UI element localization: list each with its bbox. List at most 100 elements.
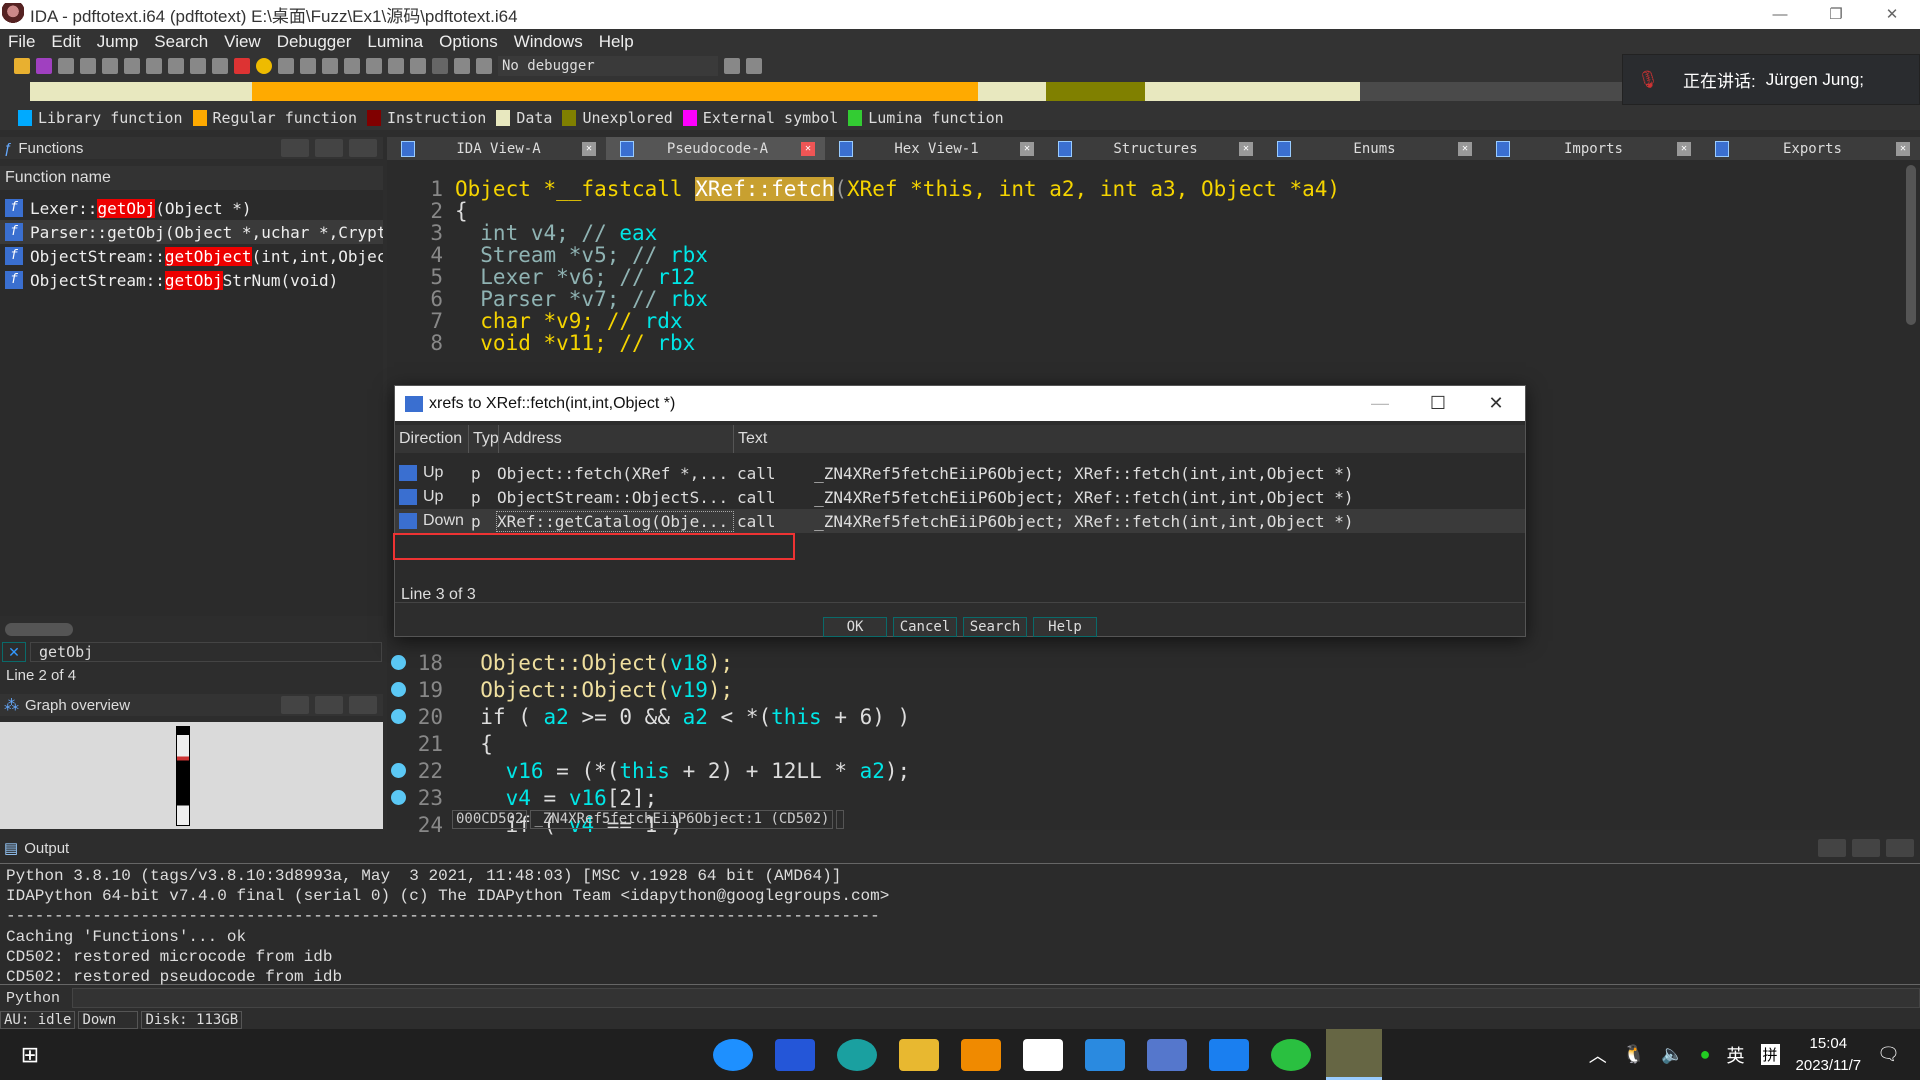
step-icon[interactable] [190,58,206,74]
lark-icon[interactable] [775,1038,815,1071]
menu-file[interactable]: File [0,32,43,52]
graph-overview[interactable] [0,722,383,829]
search-button[interactable]: Search [963,617,1027,637]
close-button[interactable]: ✕ [1864,0,1920,29]
cli-language-button[interactable]: Python [0,990,60,1007]
save-icon[interactable] [36,58,52,74]
code-icon[interactable] [278,58,294,74]
notifications-icon[interactable]: 🗨 [1877,1044,1900,1065]
tab-close-icon[interactable]: ✕ [1896,141,1910,156]
tab-structures[interactable]: Structures ✕ [1044,137,1263,160]
open-icon[interactable] [14,58,30,74]
tab-imports[interactable]: Imports ✕ [1482,137,1701,160]
string-icon[interactable] [344,58,360,74]
show-hidden-icons-icon[interactable]: ︿ [1589,1042,1607,1068]
column-address[interactable]: Address [499,425,734,453]
rename-icon[interactable] [388,58,404,74]
float-button[interactable] [281,139,309,157]
qq-icon[interactable]: 🐧 [1623,1044,1645,1065]
navigation-band[interactable] [0,78,1622,105]
tab-ida-view-a[interactable]: IDA View-A ✕ [387,137,606,160]
menu-edit[interactable]: Edit [43,32,88,52]
tab-pseudocode-a[interactable]: Pseudocode-A ✕ [606,137,825,160]
code-line[interactable]: 21 { [387,730,493,757]
close-panel-button[interactable] [1886,839,1914,857]
ascii-icon[interactable] [322,58,338,74]
breakpoint-icon[interactable] [391,763,406,778]
debugger-select[interactable]: No debugger [498,56,718,76]
wechat-icon[interactable] [1271,1038,1311,1071]
vscode-icon[interactable] [1085,1038,1125,1071]
code-line[interactable]: 23 v4 = v16[2]; [387,784,657,811]
float-button[interactable] [281,696,309,714]
tab-close-icon[interactable]: ✕ [1458,141,1472,156]
close-panel-button[interactable] [349,696,377,714]
menu-lumina[interactable]: Lumina [359,32,431,52]
back-icon[interactable] [58,58,74,74]
function-row[interactable]: f Lexer:: getObj (Object *) [0,196,383,220]
tab-enums[interactable]: Enums ✕ [1263,137,1482,160]
meeting-app-icon[interactable] [1209,1038,1249,1071]
cancel-button[interactable]: Cancel [893,617,957,637]
undefine-icon[interactable] [410,58,426,74]
menu-search[interactable]: Search [146,32,216,52]
menu-debugger[interactable]: Debugger [269,32,360,52]
mic-muted-icon[interactable]: 🎙 [1623,70,1673,90]
dock-button[interactable] [1852,839,1880,857]
column-text[interactable]: Text [734,425,1525,453]
play-icon[interactable] [432,58,448,74]
typora-icon[interactable] [1023,1038,1063,1071]
font-icon[interactable] [212,58,228,74]
menu-options[interactable]: Options [431,32,506,52]
dock-button[interactable] [315,696,343,714]
wechat-tray-icon[interactable]: ● [1700,1044,1711,1065]
edge-legacy-icon[interactable] [713,1038,753,1071]
close-panel-button[interactable] [349,139,377,157]
tab-close-icon[interactable]: ✕ [582,141,596,156]
pause-icon[interactable] [454,58,470,74]
edge-icon[interactable] [837,1038,877,1071]
float-button[interactable] [1818,839,1846,857]
column-type[interactable]: Typ [469,425,499,453]
dialog-minimize-button[interactable]: — [1351,386,1409,421]
binary-icon[interactable] [146,58,162,74]
ok-button[interactable]: OK [823,617,887,637]
stop-icon[interactable] [476,58,492,74]
column-function-name[interactable]: Function name [0,166,383,190]
tab-close-icon[interactable]: ✕ [1020,141,1034,156]
tab-exports[interactable]: Exports ✕ [1701,137,1920,160]
output-text[interactable]: Python 3.8.10 (tags/v3.8.10:3d8993a, May… [0,863,1920,986]
tab-close-icon[interactable]: ✕ [1239,141,1253,156]
jump-icon[interactable] [168,58,184,74]
data-icon[interactable] [300,58,316,74]
breakpoint-icon[interactable] [391,655,406,670]
warning-icon[interactable] [234,58,250,74]
breakpoint-icon[interactable] [391,709,406,724]
menu-help[interactable]: Help [591,32,642,52]
volume-icon[interactable]: 🔈 [1661,1044,1683,1065]
dialog-maximize-button[interactable]: ☐ [1409,386,1467,421]
array-icon[interactable] [366,58,382,74]
hex-icon[interactable] [102,58,118,74]
dialog-close-button[interactable]: ✕ [1467,386,1525,421]
graph-icon[interactable] [746,58,762,74]
xref-row[interactable]: Up p ObjectStream::ObjectS... call _ZN4XRef… [395,485,1525,509]
minimize-button[interactable]: — [1752,0,1808,29]
code-line[interactable]: 20 if ( a2 >= 0 && a2 < *(this + 6) ) [387,703,910,730]
breakpoint-icon[interactable] [391,682,406,697]
tab-hex-view-1[interactable]: Hex View-1 ✕ [825,137,1044,160]
code-line[interactable]: 19 Object::Object(v19); [387,676,733,703]
clear-filter-icon[interactable]: ✕ [2,642,26,662]
xref-row[interactable]: Down p XRef::getCatalog(Obje... call _ZN4XR… [395,509,1525,533]
ida-taskbar-icon[interactable] [1326,1029,1382,1080]
menu-jump[interactable]: Jump [89,32,147,52]
text-icon[interactable] [124,58,140,74]
remote-desktop-icon[interactable] [961,1038,1001,1071]
vertical-scrollbar[interactable] [1906,165,1916,325]
code-line[interactable]: 8 void *v11; // rbx [387,329,695,356]
function-row[interactable]: f ObjectStream:: getObj StrNum(void) [0,268,383,292]
menu-view[interactable]: View [216,32,269,52]
cli-input[interactable] [72,988,1920,1008]
navigation-strip[interactable] [30,82,1622,101]
tab-close-icon[interactable]: ✕ [1677,141,1691,156]
